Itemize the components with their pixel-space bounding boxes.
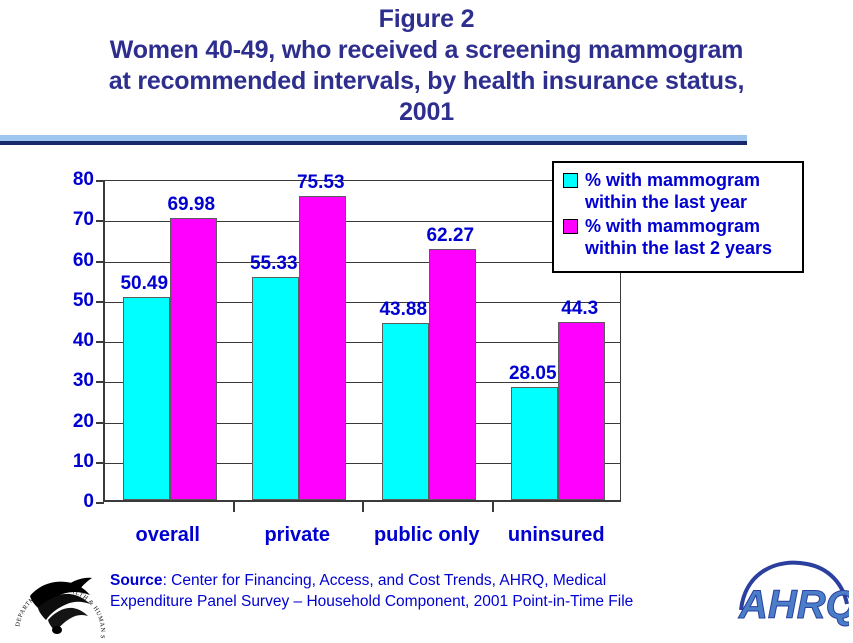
title-line-4: 2001 — [399, 98, 454, 126]
bar-value-label: 28.05 — [508, 363, 557, 385]
y-axis-tick-label: 0 — [83, 491, 94, 512]
title-line-1: Figure 2 — [378, 5, 475, 33]
divider-dark-band — [0, 141, 747, 145]
bar-public-only-series-2 — [428, 249, 476, 500]
x-axis-tick-mark — [362, 502, 364, 512]
legend-swatch-icon-series-1 — [563, 173, 578, 188]
bar-value-label: 69.98 — [167, 194, 216, 216]
x-axis-label-overall: overall — [135, 524, 200, 546]
x-axis-tick-mark — [232, 502, 235, 512]
bar-overall-series-1 — [122, 296, 170, 500]
title-line-3: at recommended intervals, by health insu… — [108, 67, 745, 95]
bar-value-label: 43.88 — [379, 299, 428, 321]
hhs-seal-logo: DEPARTMENT OF HEALTH & HUMAN SERVICES·US… — [8, 542, 112, 643]
bar-overall-series-2 — [169, 218, 217, 500]
y-axis-tick-label: 40 — [72, 330, 94, 351]
legend-swatch-icon-series-2 — [563, 219, 578, 234]
x-axis-label-public-only: public only — [373, 524, 480, 546]
legend-label-series-2-line-1: % with mammogram — [585, 216, 761, 236]
x-axis-tick-mark — [491, 502, 494, 512]
source-label: Source — [110, 572, 163, 589]
title-divider-rule — [0, 135, 747, 145]
y-axis-tick-label: 20 — [72, 410, 94, 432]
chart-legend: % with mammogram within the last year % … — [552, 161, 804, 273]
title-line-2: Women 40-49, who received a screening ma… — [109, 36, 744, 64]
legend-label-series-1-line-1: % with mammogram — [585, 170, 761, 190]
y-axis-tick-mark — [96, 502, 104, 504]
bar-value-label: 50.49 — [120, 272, 169, 294]
legend-label-series-1-line-2: within the last year — [585, 192, 748, 212]
bar-value-label: 44.3 — [561, 297, 599, 319]
chart-plot-area — [103, 180, 621, 502]
bar-value-label: 62.27 — [426, 225, 475, 247]
svg-text:AHRQ: AHRQ — [738, 583, 849, 627]
bar-private-series-1 — [252, 277, 300, 500]
source-line-1: : Center for Financing, Access, and Cost… — [162, 572, 607, 589]
page-title: Figure 2 Women 40-49, who received a scr… — [0, 4, 853, 128]
legend-label-series-2: % with mammogram within the last 2 years — [585, 215, 772, 259]
source-note: Source: Center for Financing, Access, an… — [110, 570, 680, 612]
bar-value-label: 75.53 — [296, 171, 345, 193]
y-axis-tick-label: 30 — [72, 370, 94, 392]
x-axis-label-uninsured: uninsured — [507, 524, 605, 546]
legend-item-series-1[interactable]: % with mammogram within the last year — [563, 169, 802, 213]
bar-uninsured-series-1 — [511, 387, 559, 500]
source-line-2: Expenditure Panel Survey – Household Com… — [110, 593, 634, 610]
y-axis-tick-label: 50 — [72, 289, 94, 311]
y-axis-tick-label: 80 — [72, 169, 94, 190]
legend-label-series-1: % with mammogram within the last year — [585, 169, 760, 213]
bar-private-series-2 — [299, 196, 347, 500]
bar-value-label: 55.33 — [249, 253, 298, 275]
legend-label-series-2-line-2: within the last 2 years — [585, 238, 773, 258]
y-axis-tick-label: 60 — [72, 249, 94, 271]
bar-uninsured-series-2 — [558, 321, 606, 500]
ahrq-logo: AHRQ — [737, 556, 853, 630]
y-axis-tick-label: 70 — [72, 209, 94, 231]
legend-item-series-2[interactable]: % with mammogram within the last 2 years — [563, 215, 802, 259]
x-axis-label-private: private — [264, 524, 331, 546]
y-axis-tick-label: 10 — [72, 450, 94, 472]
bar-public-only-series-1 — [381, 323, 429, 500]
